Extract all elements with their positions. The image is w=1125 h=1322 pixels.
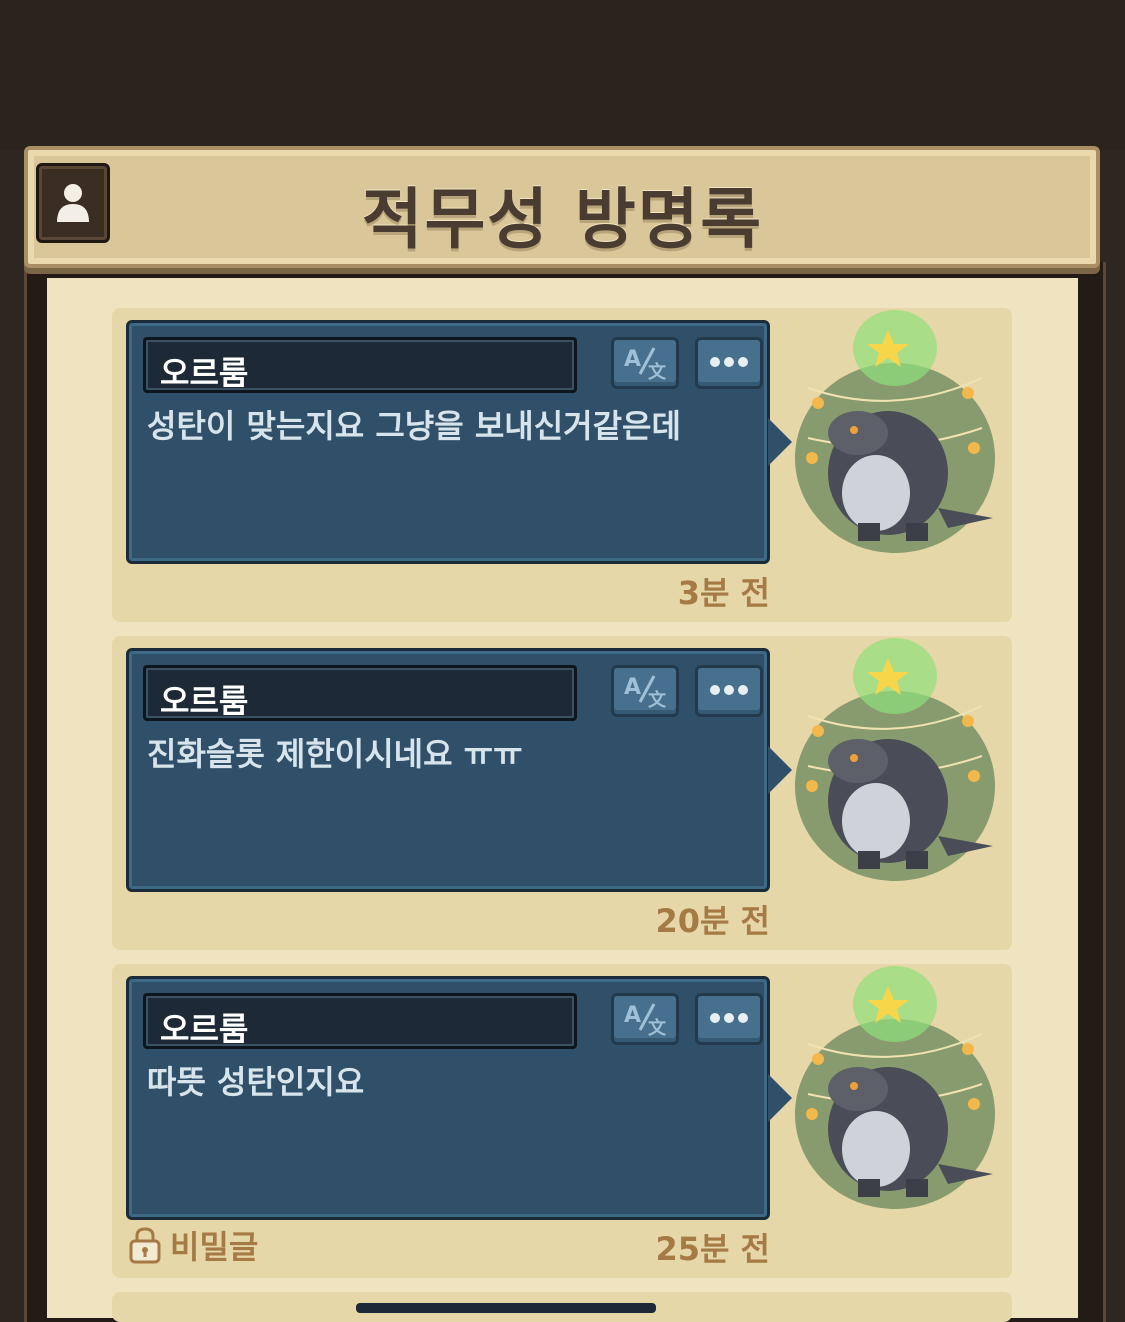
svg-text:文: 文 (648, 1017, 667, 1039)
translate-button[interactable]: A 文 (611, 993, 679, 1045)
message-text: 성탄이 맞는지요 그냥을 보내신거같은데 (147, 407, 681, 445)
guestbook-entry: 오르룸 A 文 진화슬롯 제한이시네요 ㅠㅠ 20분 전 (112, 636, 1012, 950)
more-dots-icon (710, 357, 748, 367)
more-options-button[interactable] (695, 337, 763, 389)
translate-button[interactable]: A 文 (611, 337, 679, 389)
svg-text:文: 文 (648, 689, 667, 711)
translate-icon: A 文 (624, 1003, 667, 1039)
svg-text:文: 文 (648, 361, 667, 383)
dinosaur-christmas-tree-avatar[interactable] (788, 308, 1002, 558)
svg-text:A: A (624, 1003, 641, 1028)
person-icon (57, 184, 89, 222)
translate-icon: A 文 (624, 675, 667, 711)
top-background (0, 0, 1125, 150)
more-options-button[interactable] (695, 665, 763, 717)
more-dots-icon (710, 685, 748, 695)
timestamp: 3분 전 (677, 574, 770, 612)
svg-text:A: A (624, 675, 641, 700)
dinosaur-christmas-tree-avatar[interactable] (788, 964, 1002, 1214)
author-name-bar[interactable]: 오르룸 (143, 993, 577, 1049)
more-dots-icon (710, 1013, 748, 1023)
translate-button[interactable]: A 文 (611, 665, 679, 717)
author-name: 오르룸 (160, 682, 249, 720)
dinosaur-christmas-tree-avatar[interactable] (788, 636, 1002, 886)
guestbook-entry: 오르룸 A 文 따뜻 성탄인지요 비밀글 25분 전 (112, 964, 1012, 1278)
timestamp: 25분 전 (655, 1230, 770, 1268)
timestamp: 20분 전 (655, 902, 770, 940)
page-title: 적무성 방명록 (361, 181, 764, 258)
svg-text:A: A (624, 347, 641, 372)
author-name: 오르룸 (160, 1010, 249, 1048)
message-text: 따뜻 성탄인지요 (147, 1063, 365, 1101)
message-text: 진화슬롯 제한이시네요 ㅠㅠ (147, 735, 523, 773)
translate-icon: A 文 (624, 347, 667, 383)
guestbook-entry: 오르룸 A 文 성탄이 맞는지요 그냥을 보내신거같은데 3분 전 (112, 308, 1012, 622)
author-name-bar-partial (356, 1303, 656, 1313)
more-options-button[interactable] (695, 993, 763, 1045)
message-bubble: 오르룸 A 文 성탄이 맞는지요 그냥을 보내신거같은데 (126, 320, 770, 564)
profile-button[interactable] (36, 163, 110, 243)
lock-icon (129, 1227, 161, 1264)
secret-label: 비밀글 (170, 1228, 259, 1266)
secret-post-indicator: 비밀글 (128, 1222, 258, 1268)
message-bubble: 오르룸 A 文 따뜻 성탄인지요 (126, 976, 770, 1220)
message-bubble: 오르룸 A 文 진화슬롯 제한이시네요 ㅠㅠ (126, 648, 770, 892)
author-name-bar[interactable]: 오르룸 (143, 337, 577, 393)
author-name-bar[interactable]: 오르룸 (143, 665, 577, 721)
author-name: 오르룸 (160, 354, 249, 392)
